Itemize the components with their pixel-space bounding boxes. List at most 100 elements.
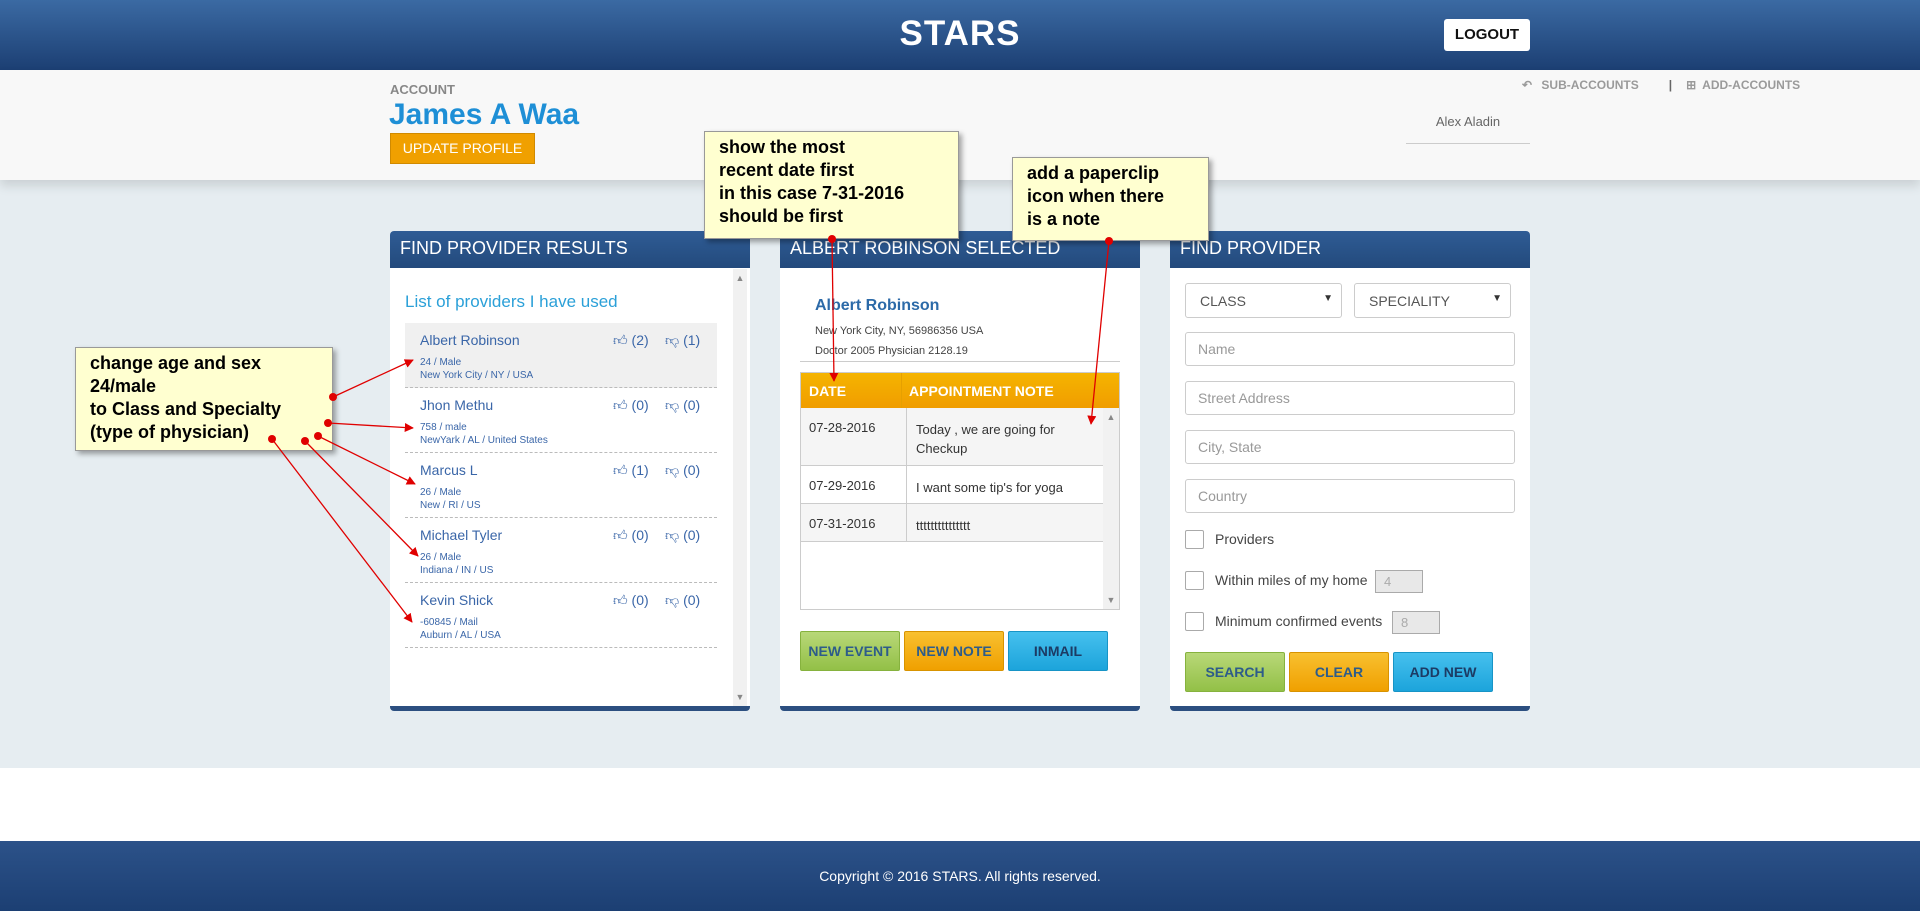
- thumbs-down-count[interactable]: 👎︎ (0): [665, 592, 700, 609]
- appointment-note: ttttttttttttttt: [916, 518, 971, 533]
- annotation-recent-date: show the most recent date first in this …: [704, 131, 959, 239]
- appointment-scrollbar[interactable]: ▲ ▼: [1103, 408, 1119, 609]
- provider-location: Indiana / IN / US: [420, 565, 494, 576]
- thumbs-up-icon: 👍︎: [613, 332, 628, 348]
- annotation-line: icon when there: [1027, 186, 1165, 206]
- min-events-input[interactable]: 8: [1392, 611, 1440, 634]
- provider-name[interactable]: Albert Robinson: [420, 332, 520, 348]
- appointment-date: 07-29-2016: [809, 478, 876, 493]
- provider-name[interactable]: Marcus L: [420, 462, 478, 478]
- thumbs-down-icon: 👎︎: [665, 527, 680, 543]
- table-row[interactable]: 07-31-2016 ttttttttttttttt: [801, 504, 1103, 542]
- note-column-header[interactable]: APPOINTMENT NOTE: [909, 383, 1054, 399]
- caret-down-icon: ▼: [1323, 293, 1333, 304]
- new-note-button[interactable]: NEW NOTE: [904, 631, 1004, 671]
- thumbs-down-icon: 👎︎: [665, 592, 680, 608]
- sub-accounts-link[interactable]: ↶ SUB-ACCOUNTS: [1522, 78, 1645, 92]
- class-select[interactable]: CLASS ▼: [1185, 283, 1342, 318]
- thumbs-down-count[interactable]: 👎︎ (0): [665, 462, 700, 479]
- thumbs-down-value: (0): [683, 527, 701, 543]
- provider-location: New York City / NY / USA: [420, 370, 534, 381]
- header-divider: [901, 373, 902, 408]
- provider-row[interactable]: Michael Tyler 👍︎ (0) 👎︎ (0) 26 / Male In…: [405, 518, 717, 583]
- thumbs-down-count[interactable]: 👎︎ (1): [665, 332, 700, 349]
- table-row[interactable]: 07-28-2016 Today , we are going for Chec…: [801, 408, 1103, 466]
- scroll-up-icon[interactable]: ▲: [1103, 412, 1119, 422]
- thumbs-down-value: (1): [683, 332, 701, 348]
- annotation-line: is a note: [1027, 209, 1101, 229]
- selected-divider: [800, 361, 1120, 362]
- annotation-line: change age and sex: [90, 353, 262, 373]
- clear-button[interactable]: CLEAR: [1289, 652, 1389, 692]
- provider-name[interactable]: Michael Tyler: [420, 527, 502, 543]
- thumbs-down-icon: 👎︎: [665, 332, 680, 348]
- thumbs-up-count[interactable]: 👍︎ (1): [613, 462, 649, 479]
- links-separator: |: [1668, 78, 1673, 92]
- annotation-line: show the most: [719, 137, 846, 157]
- date-column-header[interactable]: DATE: [809, 383, 846, 399]
- street-address-input[interactable]: [1185, 381, 1515, 415]
- table-row[interactable]: 07-29-2016 I want some tip's for yoga: [801, 466, 1103, 504]
- min-events-checkbox[interactable]: [1185, 612, 1204, 631]
- appointment-date: 07-28-2016: [809, 420, 876, 435]
- selected-provider-panel: ALBERT ROBINSON SELECTED Albert Robinson…: [780, 231, 1140, 711]
- annotation-line: to Class and Specialty: [90, 399, 282, 419]
- copyright-text: Copyright © 2016 STARS. All rights reser…: [819, 868, 1101, 884]
- provider-name[interactable]: Kevin Shick: [420, 592, 493, 608]
- provider-row[interactable]: Jhon Methu 👍︎ (0) 👎︎ (0) 758 / male NewY…: [405, 388, 717, 453]
- provider-row[interactable]: Albert Robinson 👍︎ (2) 👎︎ (1) 24 / Male …: [405, 323, 717, 388]
- appointment-table: DATE APPOINTMENT NOTE 07-28-2016 Today ,…: [800, 372, 1120, 610]
- search-button[interactable]: SEARCH: [1185, 652, 1285, 692]
- provider-list-title: List of providers I have used: [405, 292, 618, 311]
- new-event-button[interactable]: NEW EVENT: [800, 631, 900, 671]
- annotation-age-sex: change age and sex 24/male to Class and …: [75, 347, 333, 451]
- thumbs-up-icon: 👍︎: [613, 527, 628, 543]
- thumbs-up-count[interactable]: 👍︎ (2): [613, 332, 649, 349]
- thumbs-up-value: (0): [631, 527, 649, 543]
- thumbs-up-icon: 👍︎: [613, 592, 628, 608]
- update-profile-button[interactable]: UPDATE PROFILE: [390, 133, 535, 164]
- min-events-label: Minimum confirmed events: [1215, 613, 1383, 629]
- thumbs-up-value: (2): [631, 332, 649, 348]
- top-bar: STARS LOGOUT: [0, 0, 1920, 70]
- logout-button[interactable]: LOGOUT: [1444, 19, 1530, 51]
- thumbs-up-count[interactable]: 👍︎ (0): [613, 527, 649, 544]
- annotation-paperclip: add a paperclip icon when there is a not…: [1012, 157, 1209, 241]
- thumbs-down-count[interactable]: 👎︎ (0): [665, 397, 700, 414]
- thumbs-up-count[interactable]: 👍︎ (0): [613, 592, 649, 609]
- thumbs-down-icon: 👎︎: [665, 397, 680, 413]
- scroll-down-icon[interactable]: ▼: [1103, 595, 1119, 605]
- provider-row[interactable]: Marcus L 👍︎ (1) 👎︎ (0) 26 / Male New / R…: [405, 453, 717, 518]
- provider-name[interactable]: Jhon Methu: [420, 397, 493, 413]
- country-input[interactable]: [1185, 479, 1515, 513]
- thumbs-down-count[interactable]: 👎︎ (0): [665, 527, 700, 544]
- thumbs-down-value: (0): [683, 462, 701, 478]
- user-name[interactable]: Alex Aladin: [1406, 114, 1530, 129]
- plus-square-icon: ⊞: [1686, 78, 1697, 92]
- account-links: ↶ SUB-ACCOUNTS | ⊞ ADD-ACCOUNTS: [1522, 78, 1812, 92]
- thumbs-up-icon: 👍︎: [613, 397, 628, 413]
- add-new-button[interactable]: ADD NEW: [1393, 652, 1493, 692]
- scroll-up-icon[interactable]: ▲: [733, 273, 747, 283]
- speciality-select[interactable]: SPECIALITY ▼: [1354, 283, 1511, 318]
- provider-age-sex: 26 / Male: [420, 487, 462, 498]
- scroll-down-icon[interactable]: ▼: [733, 692, 747, 702]
- annotation-line: 24/male: [90, 376, 157, 396]
- content-spacer: [0, 768, 1920, 841]
- user-divider: [1406, 143, 1530, 144]
- city-state-input[interactable]: [1185, 430, 1515, 464]
- provider-location: NewYark / AL / United States: [420, 435, 548, 446]
- inmail-button[interactable]: INMAIL: [1008, 631, 1108, 671]
- results-scrollbar[interactable]: ▲ ▼: [733, 269, 747, 706]
- add-accounts-link[interactable]: ⊞ ADD-ACCOUNTS: [1686, 78, 1806, 92]
- provider-row[interactable]: Kevin Shick 👍︎ (0) 👎︎ (0) -60845 / Mail …: [405, 583, 717, 648]
- selected-provider-address: New York City, NY, 56986356 USA: [815, 325, 984, 337]
- name-input[interactable]: [1185, 332, 1515, 366]
- thumbs-up-count[interactable]: 👍︎ (0): [613, 397, 649, 414]
- within-miles-checkbox[interactable]: [1185, 571, 1204, 590]
- providers-checkbox[interactable]: [1185, 530, 1204, 549]
- reply-icon: ↶: [1522, 78, 1533, 92]
- thumbs-up-value: (1): [631, 462, 649, 478]
- miles-input[interactable]: 4: [1375, 570, 1423, 593]
- within-miles-label: Within miles of my home: [1215, 572, 1368, 588]
